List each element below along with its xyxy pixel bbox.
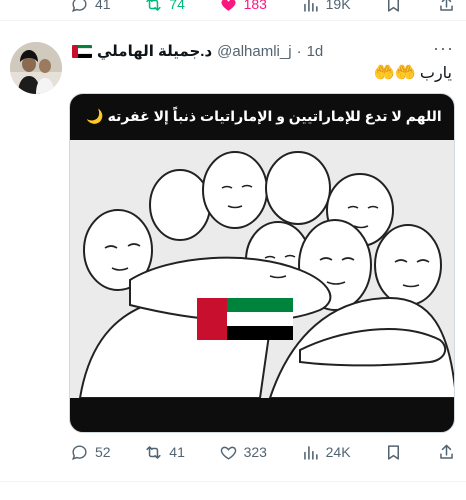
timestamp[interactable]: 1d [307, 43, 324, 60]
views-icon [303, 445, 318, 460]
share-button[interactable] [437, 443, 456, 462]
views-count: 24K [325, 444, 351, 460]
media-caption-text: اللهم لا تدع للإماراتيين و الإماراتيات ذ… [107, 108, 442, 124]
retweet-count: 41 [169, 444, 185, 460]
retweet-icon [146, 0, 161, 11]
like-button[interactable]: 323 [219, 443, 267, 462]
like-count: 183 [243, 0, 267, 12]
tweet-divider [0, 20, 466, 21]
meme-illustration [70, 140, 454, 398]
reply-count: 41 [95, 0, 111, 12]
bookmark-button[interactable] [384, 443, 403, 462]
heart-icon [221, 0, 236, 11]
retweet-button[interactable]: 74 [144, 0, 185, 14]
previous-tweet-actions: 41 74 183 19K [70, 0, 456, 14]
tweet-header: د.جميلة الهاملي @alhamli_j · 1d [72, 40, 432, 62]
tweet-divider [0, 481, 466, 482]
reply-count: 52 [95, 444, 111, 460]
share-button[interactable] [437, 0, 456, 14]
tweet-text: يارب 🤲🤲 [374, 63, 452, 83]
handle[interactable]: @alhamli_j [217, 43, 291, 60]
bookmark-icon [388, 444, 400, 460]
like-count: 323 [243, 444, 267, 460]
reply-icon [71, 0, 87, 12]
crescent-moon-icon: 🌙 [86, 108, 104, 124]
views-button[interactable]: 19K [301, 0, 351, 14]
uae-flag-icon [72, 44, 92, 58]
more-icon[interactable]: ··· [433, 38, 454, 59]
retweet-count: 74 [169, 0, 185, 12]
reply-icon [71, 444, 87, 460]
avatar[interactable] [10, 42, 62, 94]
share-icon [440, 0, 453, 11]
uae-flag-icon [197, 298, 293, 340]
views-count: 19K [325, 0, 351, 12]
separator-dot: · [296, 42, 302, 60]
retweet-icon [146, 445, 161, 459]
media-caption: اللهم لا تدع للإماراتيين و الإماراتيات ذ… [70, 108, 454, 125]
display-name[interactable]: د.جميلة الهاملي [97, 42, 212, 60]
share-icon [440, 444, 453, 459]
tweet-actions: 52 41 323 24K [70, 442, 456, 462]
bookmark-icon [388, 0, 400, 12]
reply-button[interactable]: 41 [70, 0, 111, 14]
retweet-button[interactable]: 41 [144, 443, 185, 462]
views-button[interactable]: 24K [301, 443, 351, 462]
praying-hands-emoji: 🤲🤲 [373, 63, 416, 82]
reply-button[interactable]: 52 [70, 443, 111, 462]
heart-icon [220, 446, 236, 460]
bookmark-button[interactable] [384, 0, 403, 14]
tweet-text-body: يارب [419, 65, 452, 82]
like-button[interactable]: 183 [219, 0, 267, 14]
tweet-media[interactable]: اللهم لا تدع للإماراتيين و الإماراتيات ذ… [69, 93, 455, 433]
views-icon [303, 0, 318, 12]
